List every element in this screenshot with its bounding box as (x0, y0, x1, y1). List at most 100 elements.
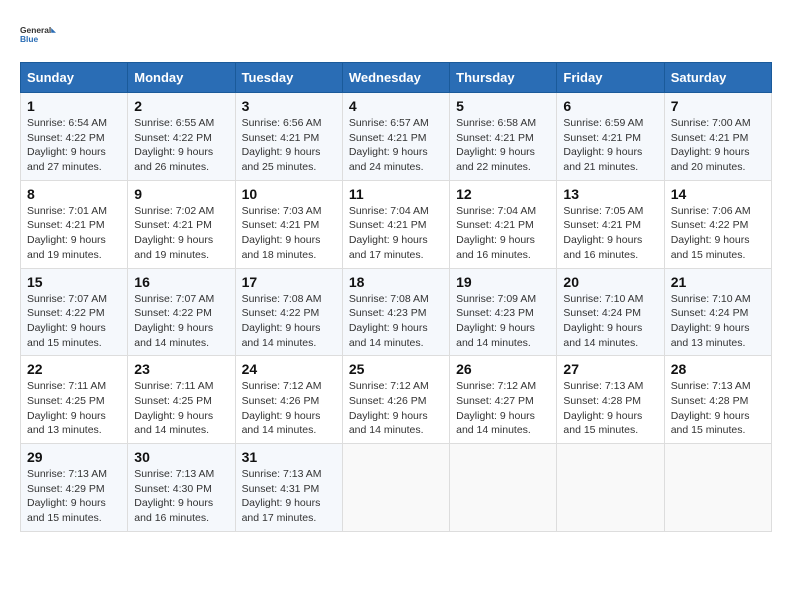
calendar-cell (664, 444, 771, 532)
calendar-cell: 25 Sunrise: 7:12 AMSunset: 4:26 PMDayligh… (342, 356, 449, 444)
day-number: 4 (349, 98, 443, 114)
calendar-cell: 1 Sunrise: 6:54 AMSunset: 4:22 PMDaylight… (21, 93, 128, 181)
day-number: 8 (27, 186, 121, 202)
col-header-thursday: Thursday (450, 63, 557, 93)
day-info: Sunrise: 6:59 AMSunset: 4:21 PMDaylight:… (563, 116, 657, 175)
calendar-cell (342, 444, 449, 532)
day-info: Sunrise: 7:13 AMSunset: 4:31 PMDaylight:… (242, 467, 336, 526)
column-headers: SundayMondayTuesdayWednesdayThursdayFrid… (21, 63, 772, 93)
calendar-cell (557, 444, 664, 532)
calendar-cell: 5 Sunrise: 6:58 AMSunset: 4:21 PMDaylight… (450, 93, 557, 181)
day-info: Sunrise: 6:58 AMSunset: 4:21 PMDaylight:… (456, 116, 550, 175)
week-row-5: 29Sunrise: 7:13 AMSunset: 4:29 PMDayligh… (21, 444, 772, 532)
calendar-cell: 24Sunrise: 7:12 AMSunset: 4:26 PMDayligh… (235, 356, 342, 444)
day-number: 26 (456, 361, 550, 377)
col-header-tuesday: Tuesday (235, 63, 342, 93)
logo-svg: General Blue (20, 16, 56, 52)
day-number: 5 (456, 98, 550, 114)
day-number: 28 (671, 361, 765, 377)
calendar-cell: 30 Sunrise: 7:13 AMSunset: 4:30 PMDayligh… (128, 444, 235, 532)
week-row-4: 22 Sunrise: 7:11 AMSunset: 4:25 PMDayligh… (21, 356, 772, 444)
day-number: 31 (242, 449, 336, 465)
day-info: Sunrise: 6:57 AMSunset: 4:21 PMDaylight:… (349, 116, 443, 175)
calendar-cell: 15 Sunrise: 7:07 AMSunset: 4:22 PMDayligh… (21, 268, 128, 356)
calendar-cell: 14 Sunrise: 7:06 AMSunset: 4:22 PMDayligh… (664, 180, 771, 268)
calendar-cell: 3 Sunrise: 6:56 AMSunset: 4:21 PMDaylight… (235, 93, 342, 181)
col-header-saturday: Saturday (664, 63, 771, 93)
week-row-3: 15 Sunrise: 7:07 AMSunset: 4:22 PMDayligh… (21, 268, 772, 356)
day-info: Sunrise: 7:00 AMSunset: 4:21 PMDaylight:… (671, 116, 765, 175)
day-number: 17 (242, 274, 336, 290)
day-info: Sunrise: 7:11 AMSunset: 4:25 PMDaylight:… (27, 379, 121, 438)
day-number: 25 (349, 361, 443, 377)
calendar-cell: 21 Sunrise: 7:10 AMSunset: 4:24 PMDayligh… (664, 268, 771, 356)
day-info: Sunrise: 7:05 AMSunset: 4:21 PMDaylight:… (563, 204, 657, 263)
day-info: Sunrise: 6:55 AMSunset: 4:22 PMDaylight:… (134, 116, 228, 175)
day-info: Sunrise: 7:10 AMSunset: 4:24 PMDaylight:… (563, 292, 657, 351)
calendar-cell: 28Sunrise: 7:13 AMSunset: 4:28 PMDayligh… (664, 356, 771, 444)
calendar-cell: 20 Sunrise: 7:10 AMSunset: 4:24 PMDayligh… (557, 268, 664, 356)
day-info: Sunrise: 7:12 AMSunset: 4:27 PMDaylight:… (456, 379, 550, 438)
logo: General Blue (20, 16, 56, 52)
day-number: 22 (27, 361, 121, 377)
calendar-cell (450, 444, 557, 532)
day-info: Sunrise: 7:07 AMSunset: 4:22 PMDaylight:… (134, 292, 228, 351)
calendar-cell: 6 Sunrise: 6:59 AMSunset: 4:21 PMDaylight… (557, 93, 664, 181)
day-number: 15 (27, 274, 121, 290)
day-info: Sunrise: 7:07 AMSunset: 4:22 PMDaylight:… (27, 292, 121, 351)
calendar-cell: 4 Sunrise: 6:57 AMSunset: 4:21 PMDaylight… (342, 93, 449, 181)
day-info: Sunrise: 6:54 AMSunset: 4:22 PMDaylight:… (27, 116, 121, 175)
day-info: Sunrise: 7:02 AMSunset: 4:21 PMDaylight:… (134, 204, 228, 263)
day-info: Sunrise: 7:09 AMSunset: 4:23 PMDaylight:… (456, 292, 550, 351)
day-number: 20 (563, 274, 657, 290)
day-number: 2 (134, 98, 228, 114)
calendar-cell: 8Sunrise: 7:01 AMSunset: 4:21 PMDaylight… (21, 180, 128, 268)
day-number: 6 (563, 98, 657, 114)
day-number: 18 (349, 274, 443, 290)
calendar-cell: 12Sunrise: 7:04 AMSunset: 4:21 PMDayligh… (450, 180, 557, 268)
day-number: 23 (134, 361, 228, 377)
calendar-cell: 29Sunrise: 7:13 AMSunset: 4:29 PMDayligh… (21, 444, 128, 532)
day-number: 21 (671, 274, 765, 290)
day-info: Sunrise: 7:03 AMSunset: 4:21 PMDaylight:… (242, 204, 336, 263)
week-row-1: 1 Sunrise: 6:54 AMSunset: 4:22 PMDaylight… (21, 93, 772, 181)
svg-text:Blue: Blue (20, 34, 39, 44)
week-row-2: 8Sunrise: 7:01 AMSunset: 4:21 PMDaylight… (21, 180, 772, 268)
day-info: Sunrise: 7:04 AMSunset: 4:21 PMDaylight:… (456, 204, 550, 263)
calendar-cell: 26 Sunrise: 7:12 AMSunset: 4:27 PMDayligh… (450, 356, 557, 444)
day-number: 10 (242, 186, 336, 202)
calendar-cell: 17 Sunrise: 7:08 AMSunset: 4:22 PMDayligh… (235, 268, 342, 356)
day-info: Sunrise: 7:12 AMSunset: 4:26 PMDaylight:… (242, 379, 336, 438)
header: General Blue (20, 16, 772, 52)
calendar-table: SundayMondayTuesdayWednesdayThursdayFrid… (20, 62, 772, 532)
day-info: Sunrise: 6:56 AMSunset: 4:21 PMDaylight:… (242, 116, 336, 175)
col-header-sunday: Sunday (21, 63, 128, 93)
day-number: 13 (563, 186, 657, 202)
day-number: 3 (242, 98, 336, 114)
day-info: Sunrise: 7:08 AMSunset: 4:23 PMDaylight:… (349, 292, 443, 351)
day-info: Sunrise: 7:10 AMSunset: 4:24 PMDaylight:… (671, 292, 765, 351)
calendar-cell: 31 Sunrise: 7:13 AMSunset: 4:31 PMDayligh… (235, 444, 342, 532)
day-number: 14 (671, 186, 765, 202)
day-info: Sunrise: 7:12 AMSunset: 4:26 PMDaylight:… (349, 379, 443, 438)
col-header-wednesday: Wednesday (342, 63, 449, 93)
day-number: 29 (27, 449, 121, 465)
calendar-cell: 10 Sunrise: 7:03 AMSunset: 4:21 PMDayligh… (235, 180, 342, 268)
day-number: 1 (27, 98, 121, 114)
day-number: 30 (134, 449, 228, 465)
day-info: Sunrise: 7:13 AMSunset: 4:30 PMDaylight:… (134, 467, 228, 526)
day-number: 16 (134, 274, 228, 290)
day-info: Sunrise: 7:04 AMSunset: 4:21 PMDaylight:… (349, 204, 443, 263)
day-number: 19 (456, 274, 550, 290)
day-info: Sunrise: 7:13 AMSunset: 4:28 PMDaylight:… (563, 379, 657, 438)
day-number: 27 (563, 361, 657, 377)
col-header-friday: Friday (557, 63, 664, 93)
calendar-cell: 2 Sunrise: 6:55 AMSunset: 4:22 PMDaylight… (128, 93, 235, 181)
day-info: Sunrise: 7:08 AMSunset: 4:22 PMDaylight:… (242, 292, 336, 351)
col-header-monday: Monday (128, 63, 235, 93)
day-info: Sunrise: 7:11 AMSunset: 4:25 PMDaylight:… (134, 379, 228, 438)
day-info: Sunrise: 7:06 AMSunset: 4:22 PMDaylight:… (671, 204, 765, 263)
calendar-cell: 22 Sunrise: 7:11 AMSunset: 4:25 PMDayligh… (21, 356, 128, 444)
calendar-cell: 9Sunrise: 7:02 AMSunset: 4:21 PMDaylight… (128, 180, 235, 268)
calendar-cell: 18 Sunrise: 7:08 AMSunset: 4:23 PMDayligh… (342, 268, 449, 356)
